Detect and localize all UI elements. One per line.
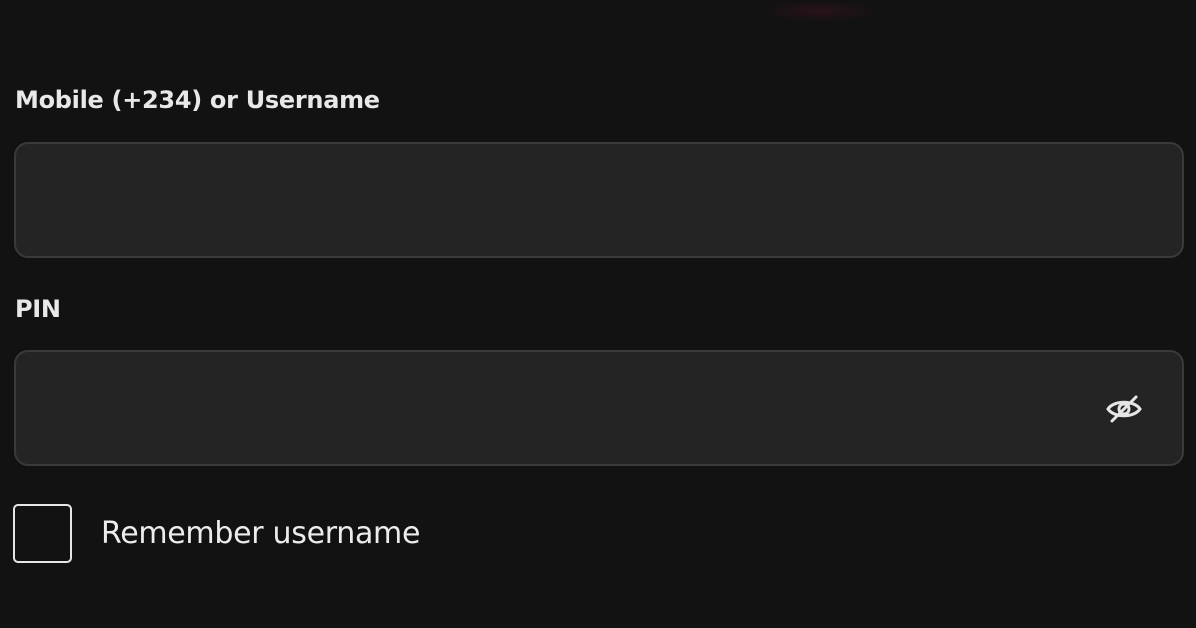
pin-input[interactable] [16,352,1182,464]
pin-label: PIN [15,295,61,323]
username-input[interactable] [16,144,1182,256]
username-label: Mobile (+234) or Username [15,86,380,114]
remember-username-checkbox[interactable] [13,503,72,563]
eye-slash-icon[interactable] [1104,389,1144,429]
remember-username-row[interactable]: Remember username [13,503,420,563]
login-form: Mobile (+234) or Username PIN Remember u… [0,0,1196,628]
pin-field-container[interactable] [14,350,1184,466]
remember-username-label[interactable]: Remember username [101,516,420,551]
username-field-container[interactable] [14,142,1184,258]
top-glow-decoration [760,0,880,22]
